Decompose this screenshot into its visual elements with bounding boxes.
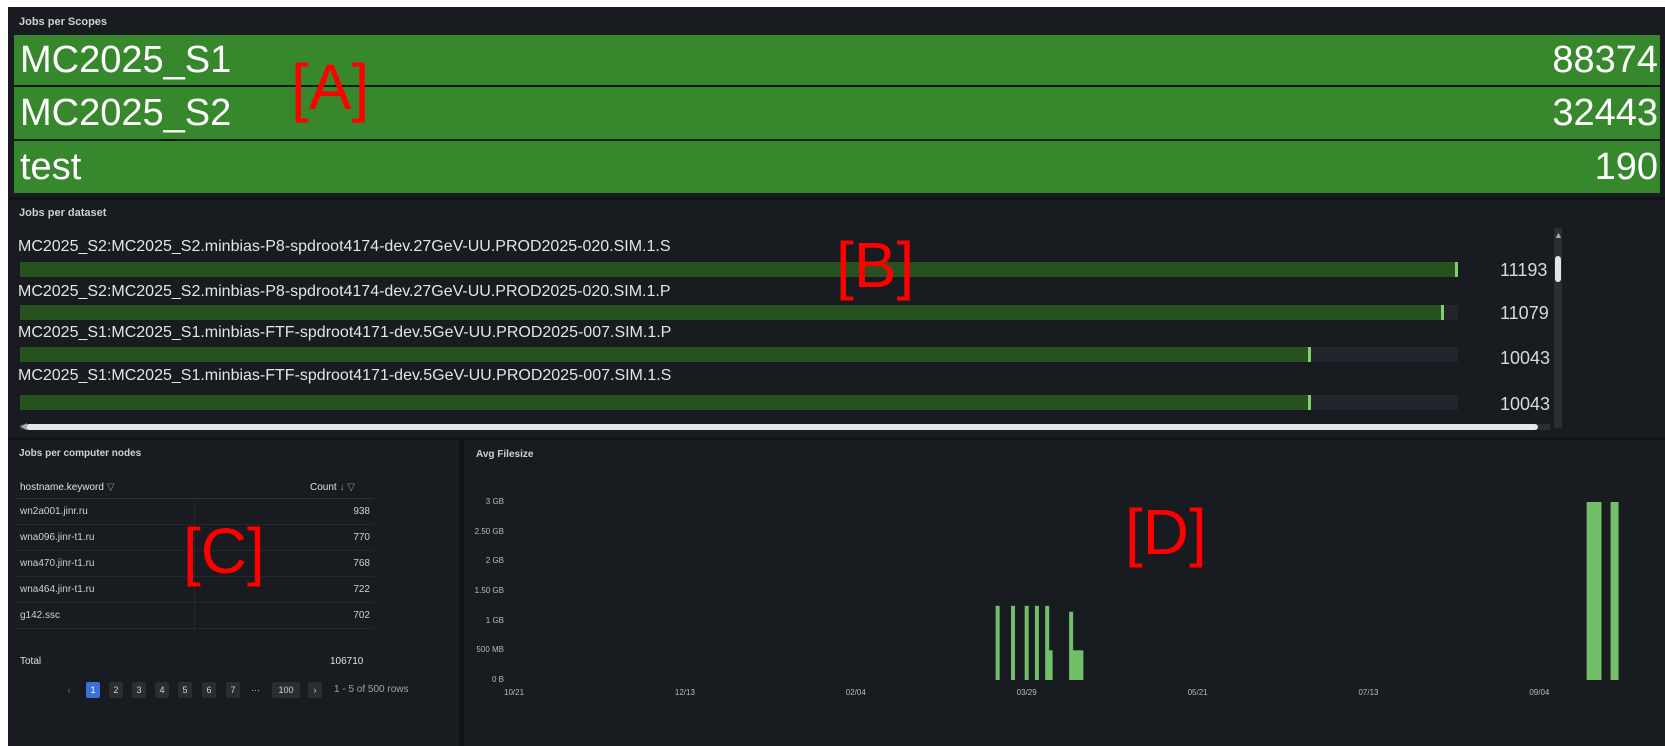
prev-page-button[interactable]: ‹	[62, 682, 76, 698]
page-button-7[interactable]: 7	[226, 682, 240, 698]
dataset-bar-cap	[1308, 347, 1312, 362]
scope-bar-mc2025-s2[interactable]: MC2025_S2 32443	[14, 87, 1660, 139]
dataset-bar-cap	[1308, 395, 1312, 410]
dataset-bar[interactable]	[20, 262, 1458, 277]
total-label: Total	[20, 656, 42, 667]
page-button-5[interactable]: 5	[178, 682, 192, 698]
filesize-bar[interactable]	[1024, 605, 1029, 680]
count-cell: 938	[353, 506, 370, 517]
dataset-bar[interactable]	[20, 347, 1458, 362]
panel-title: Jobs per dataset	[19, 207, 107, 219]
dataset-label: MC2025_S1:MC2025_S1.minbias-FTF-spdroot4…	[18, 367, 672, 384]
pagination-ellipsis: ···	[251, 685, 260, 695]
dataset-label: MC2025_S2:MC2025_S2.minbias-P8-spdroot41…	[18, 238, 671, 255]
scroll-up-icon[interactable]: ▲	[1554, 230, 1563, 240]
scope-name: MC2025_S2	[20, 91, 232, 134]
count-cell: 768	[353, 558, 370, 569]
filesize-bar[interactable]	[1048, 650, 1053, 680]
hostname-cell: wna464.jinr-t1.ru	[20, 584, 95, 595]
scope-name: test	[20, 145, 82, 188]
dataset-count: 10043	[1500, 348, 1551, 368]
count-cell: 722	[353, 584, 370, 595]
count-cell: 770	[353, 532, 370, 543]
scope-value: 190	[1594, 145, 1658, 188]
page-button-3[interactable]: 3	[132, 682, 146, 698]
column-header-hostname[interactable]: hostname.keyword ▽	[20, 482, 114, 493]
page-button-2[interactable]: 2	[109, 682, 123, 698]
page-button-4[interactable]: 4	[155, 682, 169, 698]
hostname-cell: g142.ssc	[20, 610, 61, 621]
overlay-label-b: [B]	[836, 229, 915, 301]
filesize-bar[interactable]	[1586, 502, 1595, 680]
panel-title: Jobs per Scopes	[19, 16, 108, 28]
filesize-bar[interactable]	[1610, 502, 1619, 680]
count-cell: 702	[353, 610, 370, 621]
dashboard: Jobs per Scopes MC2025_S1 88374 MC2025_S…	[8, 7, 1665, 746]
overlay-label-d: [D]	[1125, 496, 1207, 568]
filesize-bar[interactable]	[1045, 605, 1050, 680]
sort-desc-icon[interactable]: ↓	[339, 482, 344, 493]
dataset-label: MC2025_S2:MC2025_S2.minbias-P8-spdroot41…	[18, 283, 671, 300]
overlay-label-a: [A]	[291, 51, 370, 123]
column-header-label: hostname.keyword	[20, 482, 104, 493]
filter-icon[interactable]: ▽	[347, 482, 355, 493]
dataset-bar-fill	[20, 395, 1312, 410]
scope-name: MC2025_S1	[20, 38, 232, 81]
filesize-bar[interactable]	[1072, 650, 1077, 680]
vertical-scrollbar-thumb[interactable]	[1555, 256, 1561, 282]
pagination: ‹ 1 2 3 4 5 6 7 ··· 100 › 1 - 5 of 500 r…	[8, 682, 459, 700]
avg-filesize-chart	[995, 502, 1619, 680]
avg-filesize-panel: Avg Filesize 0 B 500 MB 1 GB 1.50 GB 2 GB 2.5…	[464, 440, 1665, 746]
dataset-bar[interactable]	[20, 305, 1458, 320]
horizontal-scrollbar-thumb[interactable]	[26, 424, 1538, 430]
dataset-bar-cap	[1440, 305, 1444, 320]
table-row[interactable]: g142.ssc 702	[16, 603, 374, 629]
jobs-per-scopes-panel: Jobs per Scopes MC2025_S1 88374 MC2025_S…	[8, 7, 1665, 197]
filesize-bar[interactable]	[1011, 605, 1016, 680]
hostname-cell: wna470.jinr-t1.ru	[20, 558, 95, 569]
dataset-count: 11193	[1500, 260, 1548, 280]
scope-bar-mc2025-s1[interactable]: MC2025_S1 88374	[14, 35, 1660, 85]
dataset-bar-cap	[1455, 262, 1458, 277]
page-button-6[interactable]: 6	[202, 682, 216, 698]
column-header-label: Count	[310, 482, 337, 493]
filter-icon[interactable]: ▽	[107, 482, 115, 493]
page-button-1[interactable]: 1	[86, 682, 100, 698]
column-header-count[interactable]: Count ↓ ▽	[310, 482, 355, 493]
dataset-bar[interactable]	[20, 395, 1458, 410]
dataset-bar-fill	[20, 305, 1444, 320]
dataset-bar-fill	[20, 262, 1458, 277]
filesize-bar[interactable]	[995, 605, 1000, 680]
hostname-cell: wn2a001.jinr.ru	[20, 506, 88, 517]
filesize-bar[interactable]	[1593, 502, 1602, 680]
filesize-bar[interactable]	[1034, 605, 1039, 680]
rows-info: 1 - 5 of 500 rows	[334, 684, 409, 695]
filesize-bar[interactable]	[1069, 611, 1074, 680]
next-page-button[interactable]: ›	[308, 682, 322, 698]
total-value: 106710	[330, 656, 364, 667]
scope-bar-test[interactable]: test 190	[14, 141, 1660, 193]
dataset-count: 11079	[1500, 303, 1549, 323]
page-button-100[interactable]: 100	[272, 682, 300, 698]
filesize-bar[interactable]	[1079, 650, 1084, 680]
overlay-label-c: [C]	[183, 515, 265, 587]
filesize-bar[interactable]	[1075, 650, 1080, 680]
hostname-cell: wna096.jinr-t1.ru	[20, 532, 95, 543]
dataset-label: MC2025_S1:MC2025_S1.minbias-FTF-spdroot4…	[18, 324, 672, 341]
scope-value: 32443	[1552, 91, 1658, 134]
dataset-count: 10043	[1500, 394, 1551, 414]
panel-title: Jobs per computer nodes	[19, 448, 142, 459]
scope-value: 88374	[1552, 38, 1658, 81]
jobs-per-computer-nodes-panel: Jobs per computer nodes hostname.keyword…	[8, 440, 459, 746]
dataset-bar-fill	[20, 347, 1312, 362]
scroll-left-icon[interactable]: ◀	[20, 421, 27, 432]
